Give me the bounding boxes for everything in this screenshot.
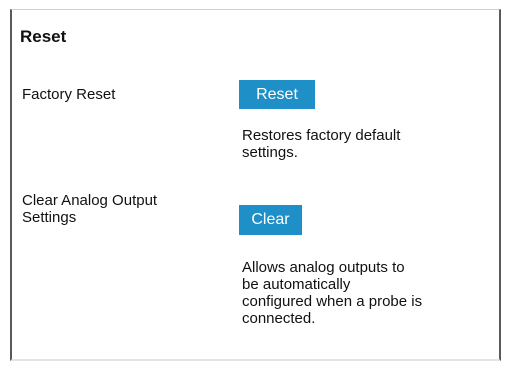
reset-button[interactable]: Reset (239, 80, 315, 109)
clear-analog-description: Allows analog outputs to be automaticall… (242, 259, 482, 327)
factory-reset-label: Factory Reset (22, 86, 116, 103)
factory-reset-description-line: settings. (242, 144, 298, 161)
clear-analog-label-line: Settings (22, 209, 77, 226)
clear-analog-label-line: Clear Analog Output (22, 192, 158, 209)
clear-button[interactable]: Clear (239, 205, 302, 235)
factory-reset-description-line: Restores factory default (242, 127, 401, 144)
clear-analog-description-line: configured when a probe is (242, 293, 423, 310)
section-title: Reset (20, 27, 67, 46)
clear-analog-description-line: connected. (242, 310, 316, 327)
clear-analog-label: Clear Analog Output Settings (22, 192, 212, 226)
clear-analog-description-line: be automatically (242, 276, 351, 293)
clear-analog-description-line: Allows analog outputs to (242, 259, 405, 276)
factory-reset-description: Restores factory default settings. (242, 127, 462, 161)
